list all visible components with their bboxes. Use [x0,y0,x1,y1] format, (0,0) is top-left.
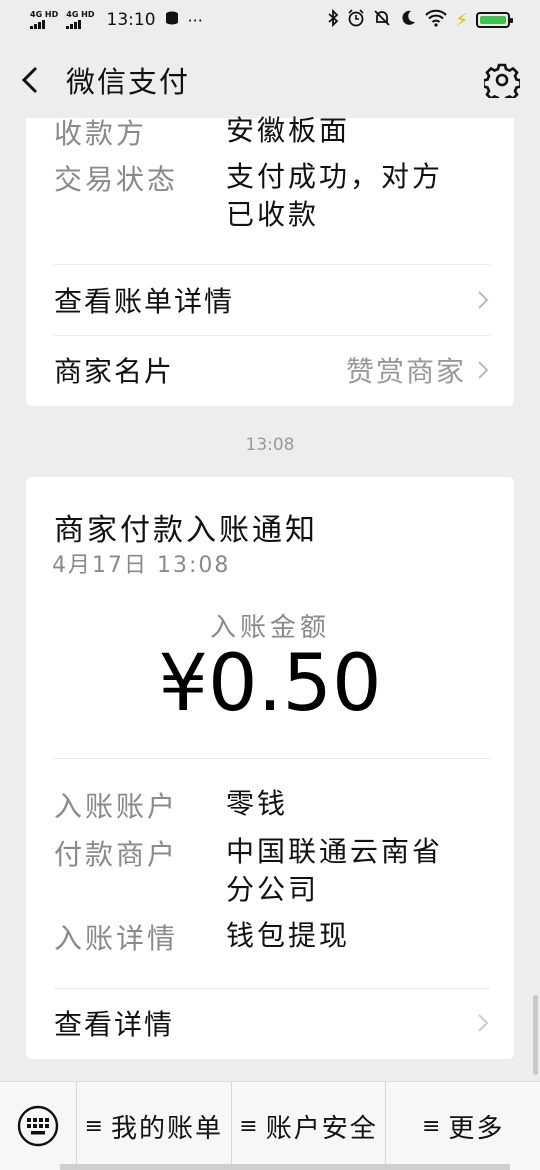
account-key: 入账账户 [54,790,179,823]
status-key: 交易状态 [54,163,179,196]
account-row: 入账账户 零钱 [54,785,466,825]
bill-details-link[interactable]: 查看账单详情 [54,270,490,330]
network-type-2: 4G HD [66,10,95,19]
detail-key: 入账详情 [54,922,179,955]
status-bar: 4G HD 4G HD 13:10 ··· ⚡ [0,0,540,40]
notification-date: 4月17日 13:08 [52,553,231,578]
menu-label: 我的账单 [111,1113,224,1144]
divider [54,335,490,336]
status-right: ⚡ [327,8,513,31]
status-value: 支付成功，对方已收款 [226,160,444,231]
merchant-card-link[interactable]: 商家名片 赞赏商家 [54,340,490,400]
divider [54,758,490,759]
divider [54,988,490,989]
keyboard-icon [17,1105,59,1147]
signal-icon-1: 4G HD [30,11,58,29]
status-left: 4G HD 4G HD 13:10 ··· [30,10,203,30]
merchant-card-action: 赞赏商家 [345,355,466,388]
chevron-right-icon [478,291,489,309]
view-details-link[interactable]: 查看详情 [54,993,490,1053]
keyboard-toggle-button[interactable] [0,1082,76,1170]
merchant-key: 付款商户 [54,838,179,871]
moon-icon [399,9,417,31]
charging-icon: ⚡ [455,9,468,31]
battery-icon [476,12,513,28]
account-value: 零钱 [226,787,289,820]
merchant-value: 中国联通云南省分公司 [226,835,444,906]
detail-value: 钱包提现 [226,919,351,952]
settings-button[interactable] [482,62,522,104]
chevron-right-icon [478,1014,489,1032]
menu-my-bills[interactable]: ≡ 我的账单 [76,1081,231,1170]
status-row: 交易状态 支付成功，对方已收款 [54,158,466,234]
chevron-left-icon [21,66,38,94]
menu-label: 账户安全 [265,1113,378,1144]
bottom-menu: ≡ 我的账单 ≡ 账户安全 ≡ 更多 [0,1081,540,1170]
alarm-icon [347,9,365,31]
message-timestamp: 13:08 [245,435,295,455]
status-time: 13:10 [106,10,156,30]
notification-title: 商家付款入账通知 [54,513,318,548]
menu-label: 更多 [448,1113,505,1144]
menu-icon: ≡ [84,1113,106,1139]
home-indicator [60,1164,510,1170]
amount-value: ¥0.50 [158,639,382,729]
more-dots: ··· [187,10,203,30]
payment-card: 收款方 安徽板面 交易状态 支付成功，对方已收款 查看账单详情 商家名片 赞赏商… [26,114,514,406]
view-details-label: 查看详情 [54,1008,175,1041]
chevron-right-icon [478,361,489,379]
payee-row: 收款方 安徽板面 [54,112,466,152]
signal-icon-2: 4G HD [66,10,95,29]
bill-details-label: 查看账单详情 [54,285,235,318]
payee-value: 安徽板面 [226,114,351,147]
gear-icon [482,63,522,104]
menu-account-security[interactable]: ≡ 账户安全 [230,1081,386,1170]
wifi-icon [425,9,448,31]
mute-bell-icon [373,9,391,31]
data-saver-icon [164,10,180,30]
menu-icon: ≡ [421,1113,443,1139]
menu-icon: ≡ [239,1113,260,1139]
detail-row: 入账详情 钱包提现 [54,917,466,957]
page-title: 微信支付 [66,65,191,99]
network-type-1: 4G HD [30,10,59,19]
notification-card: 商家付款入账通知 4月17日 13:08 入账金额 ¥0.50 入账账户 零钱 … [26,477,514,1059]
merchant-card-label: 商家名片 [54,355,175,388]
nav-bar: 微信支付 [0,40,540,120]
divider [54,264,490,265]
merchant-row: 付款商户 中国联通云南省分公司 [54,833,466,909]
scrollbar[interactable] [533,995,538,1075]
menu-more[interactable]: ≡ 更多 [385,1081,540,1170]
bluetooth-icon [327,8,339,31]
payee-key: 收款方 [54,117,148,150]
back-button[interactable] [20,60,50,100]
